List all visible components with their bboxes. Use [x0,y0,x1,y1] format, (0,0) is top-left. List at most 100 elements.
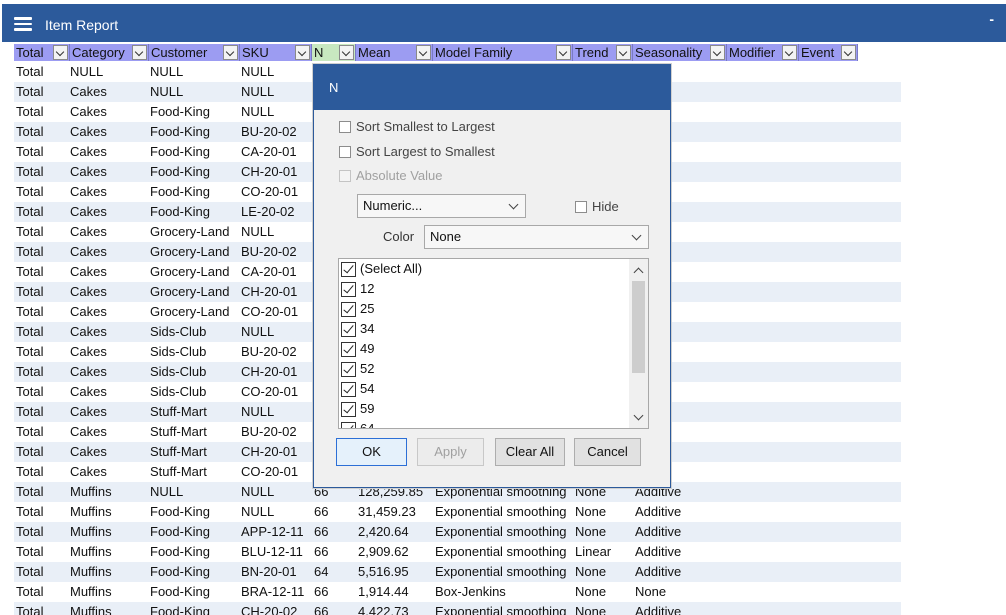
clear-all-button[interactable]: Clear All [495,438,565,466]
table-row[interactable]: Total Muffins Food-King APP-12-11 66 2,420.64… [14,522,901,542]
table-cell: CO-20-01 [241,184,299,199]
list-item-label: 12 [360,281,375,296]
table-row[interactable]: Total Muffins Food-King BN-20-01 64 5,516.95 E… [14,562,901,582]
column-header-mean[interactable]: Mean [356,44,433,61]
table-cell: Total [16,304,44,319]
table-cell: Cakes [70,164,107,179]
checkbox-checked-icon[interactable] [341,382,356,397]
cancel-button[interactable]: Cancel [574,438,641,466]
table-cell: Cakes [70,264,107,279]
table-cell: BN-20-01 [241,564,297,579]
checkbox-checked-icon[interactable] [341,282,356,297]
table-cell: CO-20-01 [241,384,299,399]
table-cell: Cakes [70,304,107,319]
scroll-up-icon[interactable] [629,261,648,279]
table-cell [729,522,797,542]
hide-label: Hide [592,199,619,214]
filter-type-select[interactable]: Numeric... [357,194,526,218]
scroll-down-icon[interactable] [629,410,648,428]
filter-dropdown-icon[interactable] [416,45,431,60]
column-header-model-family[interactable]: Model Family [433,44,573,61]
table-cell [729,402,797,422]
table-cell [801,582,856,602]
table-cell: Cakes [70,344,107,359]
table-cell: None [575,564,607,579]
table-row[interactable]: Total Muffins Food-King BLU-12-11 66 2,909.62… [14,542,901,562]
filter-dropdown-icon[interactable] [295,45,310,60]
column-header-category[interactable]: Category [70,44,149,61]
table-row[interactable]: Total Muffins Food-King NULL 66 31,459.23 Expo… [14,502,901,522]
table-cell [801,82,856,102]
filter-dropdown-icon[interactable] [339,45,354,60]
table-cell: Exponential smoothing [435,564,567,579]
table-cell: LE-20-02 [241,204,295,219]
checkbox-box[interactable] [575,201,587,213]
column-header-trend[interactable]: Trend [573,44,633,61]
menu-icon[interactable] [14,17,32,31]
checkbox-checked-icon[interactable] [341,302,356,317]
table-cell [729,382,797,402]
table-cell [729,322,797,342]
column-header-label: Event [801,45,835,60]
table-cell: CO-20-01 [241,304,299,319]
filter-dropdown-icon[interactable] [223,45,238,60]
checkbox-checked-icon[interactable] [341,342,356,357]
scroll-thumb[interactable] [632,281,645,373]
column-header-sku[interactable]: SKU [240,44,312,61]
column-header-n[interactable]: N [312,44,356,61]
table-cell: Sids-Club [150,324,207,339]
table-cell: 66 [314,544,329,559]
table-cell [729,282,797,302]
table-cell: Food-King [150,164,210,179]
table-cell [801,62,856,82]
table-cell [801,142,856,162]
table-cell [729,202,797,222]
column-header-seasonality[interactable]: Seasonality [633,44,727,61]
table-cell: Additive [635,544,682,559]
column-header-modifier[interactable]: Modifier [727,44,799,61]
table-cell: Total [16,64,44,79]
column-header-total[interactable]: Total [14,44,70,61]
checkbox-checked-icon[interactable] [341,262,356,277]
table-row[interactable]: Total Muffins Food-King BRA-12-11 66 1,914.44… [14,582,901,602]
filter-dropdown-icon[interactable] [841,45,856,60]
table-cell: CH-20-02 [241,604,298,615]
column-header-customer[interactable]: Customer [149,44,240,61]
filter-dropdown-icon[interactable] [782,45,797,60]
table-cell: Total [16,584,44,599]
checkbox-box[interactable] [339,121,351,133]
table-cell: Total [16,184,44,199]
table-cell: Cakes [70,224,107,239]
checkbox-checked-icon[interactable] [341,422,356,428]
table-cell [729,602,797,615]
filter-dropdown-icon[interactable] [556,45,571,60]
checkbox-checked-icon[interactable] [341,322,356,337]
filter-dropdown-icon[interactable] [132,45,147,60]
table-cell: Total [16,104,44,119]
value-list[interactable]: 64 59 54 52 49 34 25 12 (Select All) [338,258,649,429]
table-row[interactable]: Total Muffins Food-King CH-20-02 66 4,422.73 E… [14,602,901,615]
minimize-button[interactable]: - [989,11,994,27]
color-select[interactable]: None [424,225,649,249]
table-cell: Total [16,324,44,339]
table-cell [729,342,797,362]
checkbox-box[interactable] [339,146,351,158]
table-cell: Sids-Club [150,384,207,399]
table-cell: 2,420.64 [358,524,409,539]
checkbox-checked-icon[interactable] [341,402,356,417]
table-cell: Total [16,464,44,479]
column-header-label: Mean [358,45,391,60]
filter-dropdown-icon[interactable] [710,45,725,60]
filter-dropdown-icon[interactable] [616,45,631,60]
list-scrollbar[interactable] [629,259,648,428]
table-cell: Total [16,164,44,179]
table-cell: BU-20-02 [241,124,297,139]
ok-button[interactable]: OK [336,438,407,466]
checkbox-checked-icon[interactable] [341,362,356,377]
window-title: Item Report [45,17,119,33]
filter-dropdown-icon[interactable] [53,45,68,60]
table-cell [801,542,856,562]
column-header-label: N [314,45,324,60]
column-header-event[interactable]: Event [799,44,858,61]
table-cell [729,502,797,522]
